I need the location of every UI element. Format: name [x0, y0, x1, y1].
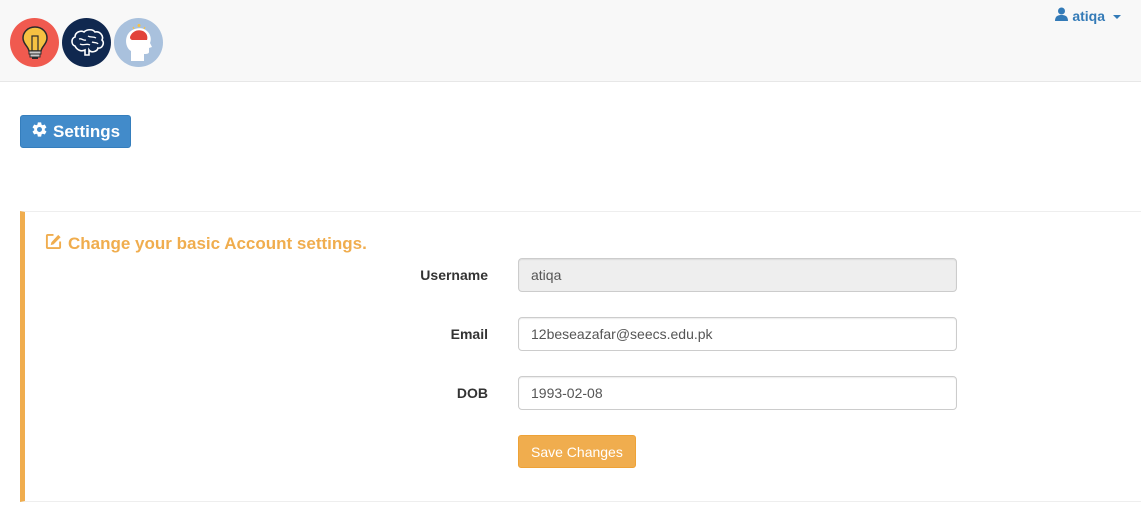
- settings-label: Settings: [53, 121, 121, 141]
- panel-heading: Change your basic Account settings.: [45, 233, 367, 255]
- user-icon: [1055, 7, 1069, 24]
- caret-down-icon: [1113, 14, 1121, 19]
- account-settings-panel: Change your basic Account settings. User…: [20, 211, 1141, 502]
- username-field[interactable]: [518, 258, 957, 292]
- edit-icon: [45, 233, 62, 255]
- save-changes-button[interactable]: Save Changes: [518, 435, 636, 468]
- email-field[interactable]: [518, 317, 957, 351]
- logo-group: [10, 18, 163, 67]
- settings-button[interactable]: Settings: [20, 115, 132, 148]
- user-menu-dropdown[interactable]: atiqa: [1055, 7, 1121, 24]
- gear-icon: [31, 121, 48, 143]
- username-label: atiqa: [1072, 7, 1105, 24]
- head-logo-icon: [114, 18, 163, 67]
- panel-heading-text: Change your basic Account settings.: [68, 234, 367, 253]
- dob-field[interactable]: [518, 376, 957, 410]
- dob-label: DOB: [456, 385, 488, 401]
- lightbulb-logo-icon: [10, 18, 59, 67]
- brain-logo-icon: [62, 18, 111, 67]
- top-navbar: atiqa: [0, 0, 1141, 82]
- username-label: Username: [420, 267, 488, 283]
- email-label: Email: [450, 326, 488, 342]
